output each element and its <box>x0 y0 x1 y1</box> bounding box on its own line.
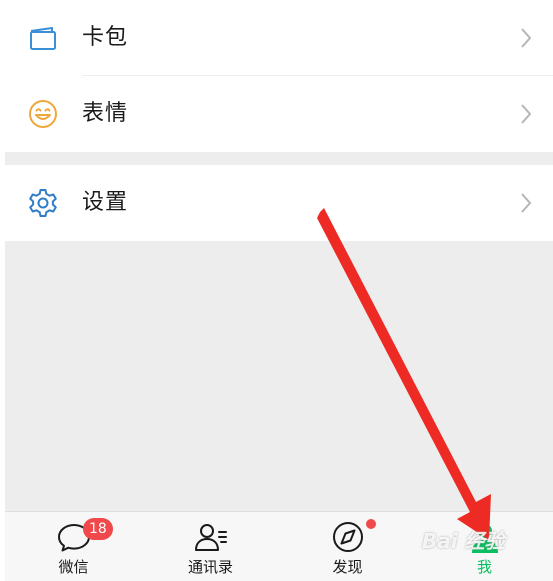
contacts-icon <box>194 524 227 551</box>
chevron-right-icon <box>521 104 532 124</box>
menu-group-2: 设置 <box>5 165 553 241</box>
chevron-right-icon <box>521 193 532 213</box>
card-wallet-icon <box>30 27 56 50</box>
chevron-right-icon <box>521 28 532 48</box>
tab-label: 微信 <box>58 558 89 576</box>
tab-label: 发现 <box>332 558 363 576</box>
me-page: 卡包 表情 设置 18 微信 通讯录 发现 我 Bai 经验 <box>0 0 553 581</box>
tab-me[interactable]: 我 <box>416 512 553 581</box>
unread-count-badge: 18 <box>83 518 113 540</box>
tab-contacts[interactable]: 通讯录 <box>142 512 279 581</box>
person-icon <box>471 524 498 553</box>
menu-item-card-wallet[interactable]: 卡包 <box>5 0 553 76</box>
gear-icon <box>29 189 57 217</box>
tab-chats[interactable]: 18 微信 <box>5 512 142 581</box>
menu-group-1: 卡包 表情 <box>5 0 553 152</box>
bottom-tab-bar: 18 微信 通讯录 发现 我 <box>5 511 553 581</box>
compass-icon <box>332 522 363 552</box>
menu-item-label: 卡包 <box>82 25 129 50</box>
menu-item-label: 设置 <box>82 190 129 215</box>
smiley-icon <box>29 100 57 128</box>
menu-item-settings[interactable]: 设置 <box>5 165 553 241</box>
menu-item-label: 表情 <box>82 101 129 126</box>
new-content-dot <box>366 519 376 529</box>
tab-label: 我 <box>476 558 492 576</box>
menu-item-stickers[interactable]: 表情 <box>5 76 553 152</box>
tab-discover[interactable]: 发现 <box>279 512 416 581</box>
tab-label: 通讯录 <box>187 558 233 576</box>
